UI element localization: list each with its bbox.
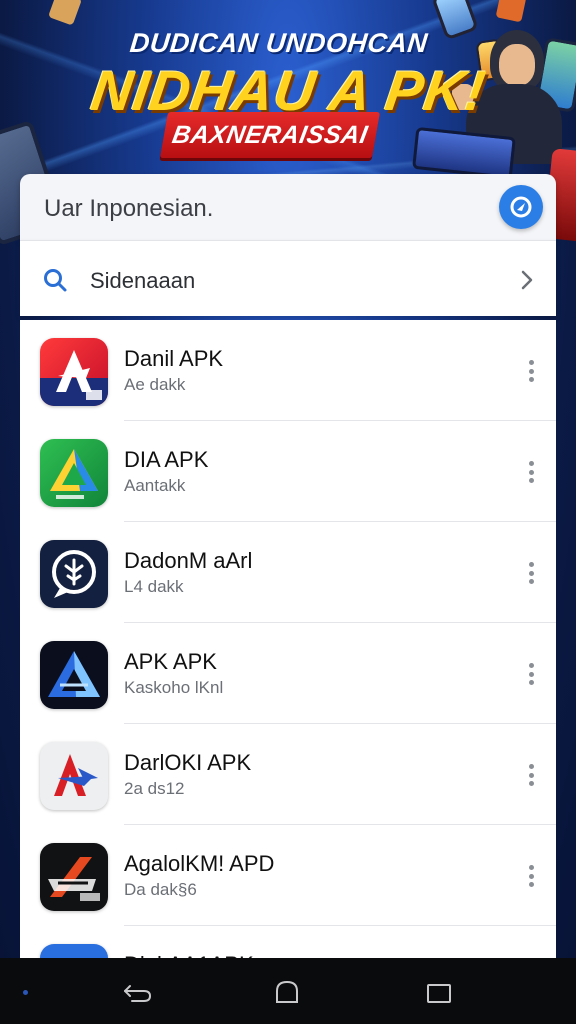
app-logo-icon [48, 651, 100, 697]
app-subtitle: Ae dakk [124, 375, 186, 394]
decorative-box [495, 0, 527, 23]
list-item[interactable]: DarlOKI APK 2a ds12 [20, 724, 556, 825]
app-icon [40, 742, 108, 810]
search-input[interactable]: Uar Inponesian. [44, 195, 213, 223]
app-subtitle: 2a ds12 [124, 779, 185, 798]
app-icon [40, 641, 108, 709]
banner-ribbon: BAXNERAISSAI [159, 112, 381, 158]
app-logo-icon [40, 350, 108, 406]
app-subtitle: L4 dakk [124, 577, 184, 596]
app-name: DadonM aArl [124, 548, 253, 573]
list-item[interactable]: DlakAA1APK [20, 926, 556, 960]
app-logo-icon [54, 754, 98, 796]
search-bar[interactable]: Uar Inponesian. [20, 174, 556, 240]
back-icon[interactable] [122, 980, 154, 1004]
category-row[interactable]: Sidenaaan [20, 240, 556, 316]
indicator-dot [23, 990, 28, 995]
home-icon[interactable] [274, 979, 300, 1005]
chevron-right-icon [521, 270, 533, 290]
more-options-icon[interactable] [528, 663, 534, 685]
app-name: APK APK [124, 649, 217, 674]
decorative-phone [431, 0, 479, 41]
app-list: Danil APK Ae dakk DIA APK Aantakk DadonM… [20, 320, 556, 960]
location-icon [510, 196, 532, 218]
app-name: Danil APK [124, 346, 224, 371]
recent-apps-icon[interactable] [427, 984, 451, 1003]
more-options-icon[interactable] [528, 865, 534, 887]
search-icon [44, 269, 67, 292]
more-options-icon[interactable] [528, 461, 534, 483]
app-icon [40, 338, 108, 406]
list-item[interactable]: DIA APK Aantakk [20, 421, 556, 522]
banner-kicker: DUDICAN UNDOHCAN [128, 28, 430, 58]
category-label: Sidenaaan [90, 268, 196, 293]
app-subtitle: Aantakk [124, 476, 186, 495]
list-item[interactable]: Danil APK Ae dakk [20, 320, 556, 421]
list-item[interactable]: DadonM aArl L4 dakk [20, 522, 556, 623]
decorative-laptop [412, 126, 516, 180]
app-icon [40, 439, 108, 507]
app-subtitle: Da dak§6 [124, 880, 197, 899]
more-options-icon[interactable] [528, 764, 534, 786]
more-options-icon[interactable] [528, 360, 534, 382]
app-logo-icon [50, 449, 98, 499]
app-icon [40, 540, 108, 608]
app-logo-icon [48, 857, 100, 901]
decorative-card [47, 0, 83, 26]
app-icon [40, 843, 108, 911]
system-navigation-bar [0, 958, 576, 1024]
list-item[interactable]: AgalolKM! APD Da dak§6 [20, 825, 556, 926]
search-button[interactable] [499, 185, 543, 229]
app-name: AgalolKM! APD [124, 851, 275, 876]
app-subtitle: Kaskoho lKnl [124, 678, 224, 697]
promo-banner[interactable]: DUDICAN UNDOHCAN NIDHAU A PK! BAXNERAISS… [0, 0, 576, 247]
app-name: DarlOKI APK [124, 750, 252, 775]
more-options-icon[interactable] [528, 562, 534, 584]
app-name: DIA APK [124, 447, 209, 472]
banner-ribbon-text: BAXNERAISSAI [170, 120, 371, 149]
mascot-face [499, 44, 535, 86]
app-logo-icon [52, 550, 96, 598]
list-item[interactable]: APK APK Kaskoho lKnl [20, 623, 556, 724]
